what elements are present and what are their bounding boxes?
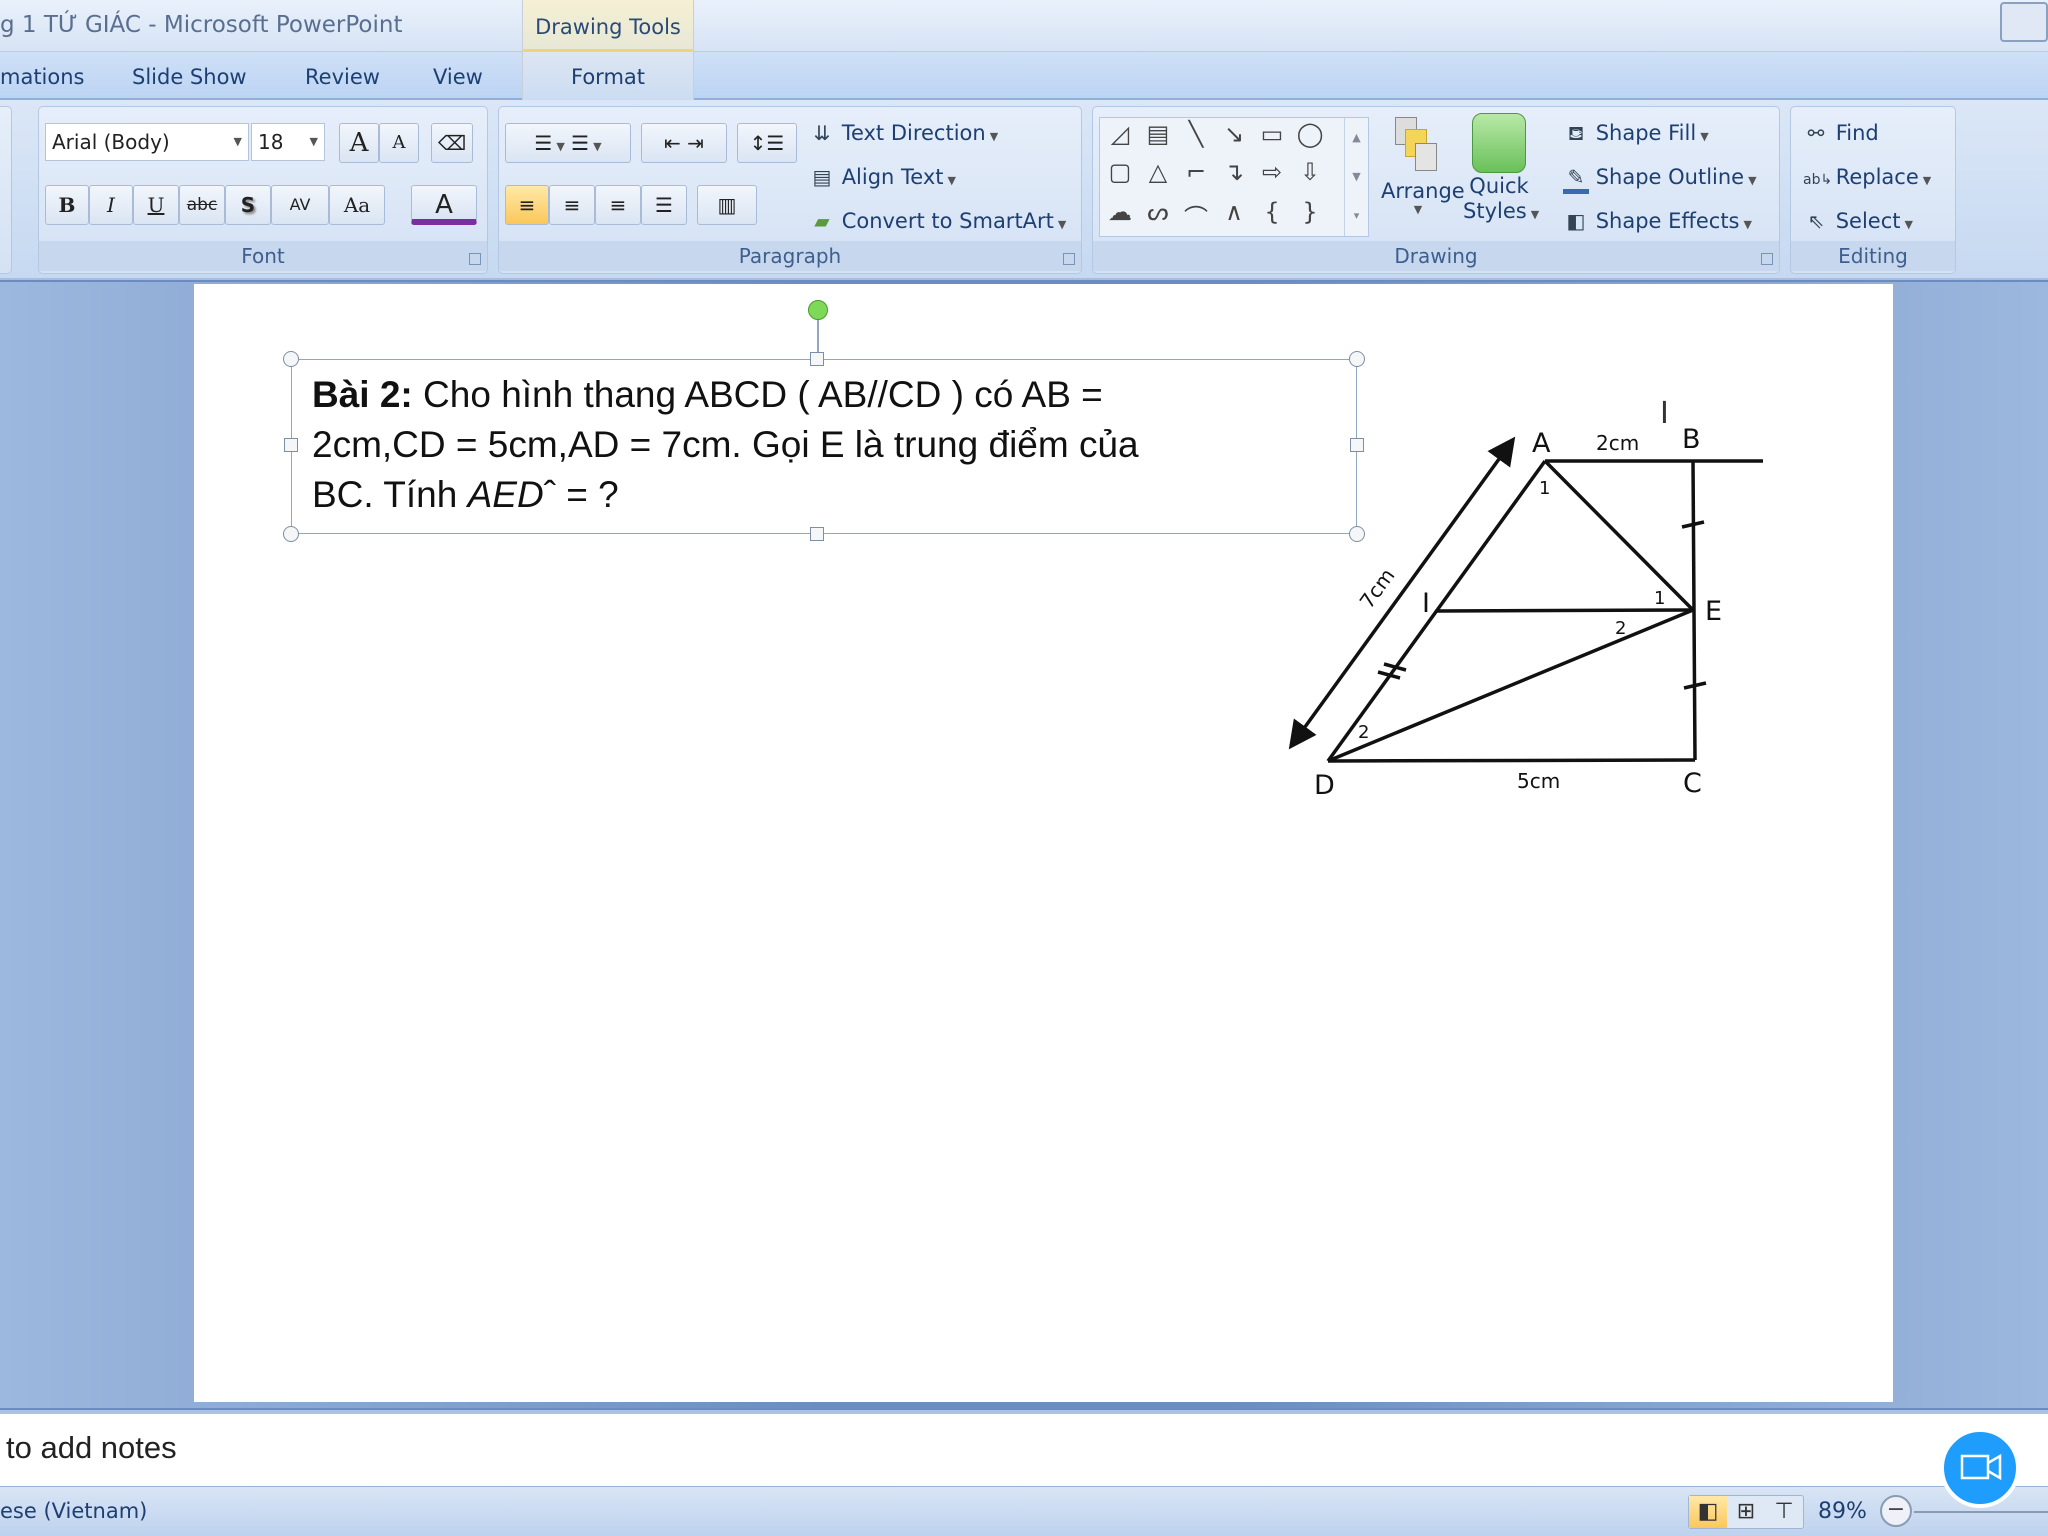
label-a: A (1532, 428, 1551, 459)
label-c: C (1683, 768, 1702, 799)
text-cursor-icon: I (1660, 396, 1669, 431)
line-ae (1543, 459, 1695, 612)
line-dc (1327, 758, 1696, 763)
language-status[interactable]: ese (Vietnam) (0, 1499, 147, 1523)
notes-pane[interactable]: to add notes (0, 1410, 2048, 1486)
slide-sorter-view-icon[interactable]: ⊞ (1727, 1496, 1765, 1528)
angle-a1: 1 (1539, 478, 1550, 499)
line-ie (1436, 608, 1694, 613)
trapezoid-diagram: A B C D E I 2cm 5cm 7cm 1 1 2 2 (1288, 424, 1763, 801)
zoom-slider[interactable] (1914, 1511, 2048, 1513)
zoom-level[interactable]: 89% (1818, 1499, 1867, 1524)
label-cd-length: 5cm (1517, 769, 1560, 793)
tick-be (1681, 520, 1705, 529)
zoom-out-button[interactable]: − (1880, 1495, 1912, 1527)
tick-ec (1683, 681, 1707, 690)
normal-view-icon[interactable]: ◧ (1689, 1496, 1727, 1528)
view-buttons: ◧ ⊞ ⊤ (1688, 1495, 1804, 1529)
slideshow-view-icon[interactable]: ⊤ (1765, 1496, 1803, 1528)
notes-placeholder[interactable]: to add notes (6, 1430, 177, 1466)
line-bc (1691, 460, 1697, 761)
angle-e1: 1 (1654, 588, 1665, 609)
label-e: E (1705, 596, 1722, 627)
angle-d2: 2 (1358, 722, 1369, 743)
video-camera-icon (1960, 1453, 2002, 1481)
label-ab-length: 2cm (1596, 431, 1639, 455)
status-bar: ese (Vietnam) ◧ ⊞ ⊤ 89% − (0, 1486, 2048, 1536)
dimension-arrow-ad (1288, 436, 1516, 750)
label-d: D (1314, 770, 1335, 801)
label-i: I (1422, 588, 1430, 619)
label-b: B (1682, 424, 1701, 455)
video-camera-button[interactable] (1940, 1428, 2020, 1508)
angle-e2: 2 (1615, 618, 1626, 639)
